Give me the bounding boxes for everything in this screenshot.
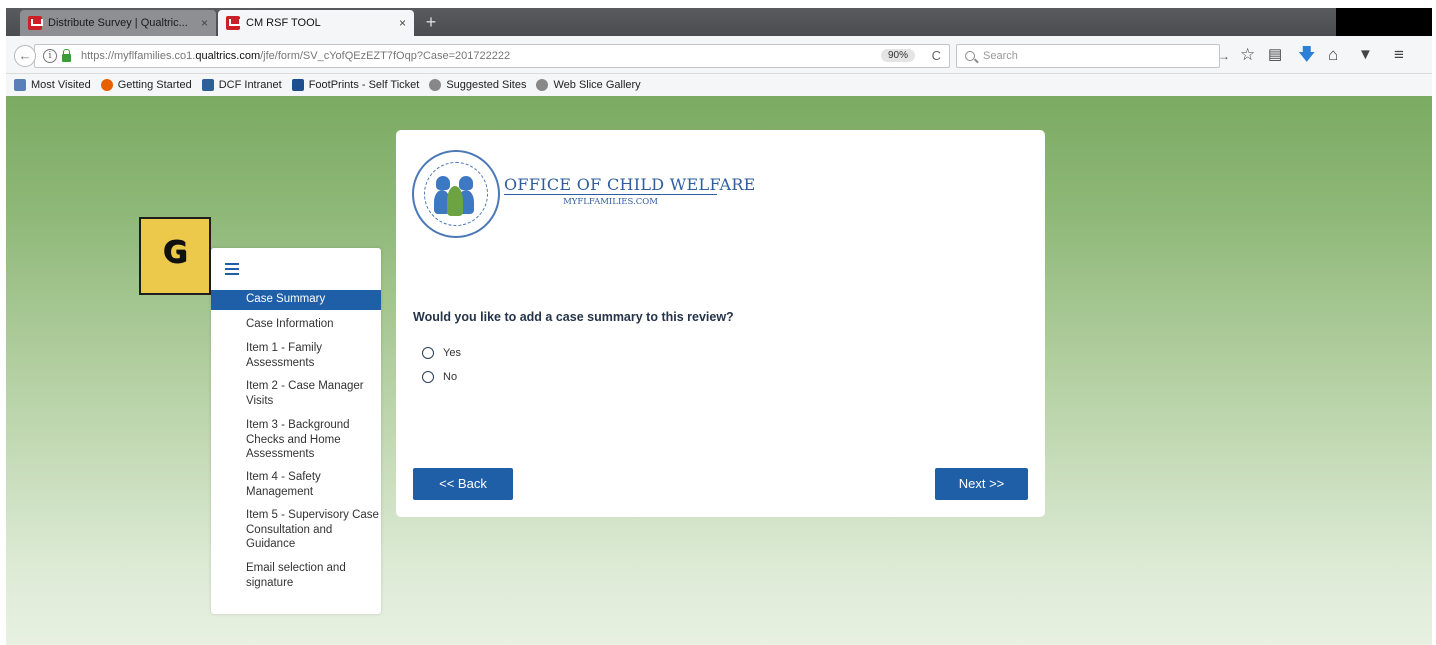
dcf-icon <box>201 79 214 91</box>
sidebar-item-family-assessments[interactable]: Item 1 - Family Assessments <box>211 341 381 370</box>
qualtrics-favicon-icon <box>226 16 241 30</box>
bookmark-footprints[interactable]: FootPrints - Self Ticket <box>291 79 420 91</box>
annotation-letter: G <box>162 235 188 270</box>
tab-bar: Distribute Survey | Qualtric... × CM RSF… <box>6 8 1432 36</box>
choice-yes[interactable]: Yes <box>422 347 461 359</box>
sidebar-item-case-information[interactable]: Case Information <box>211 317 381 332</box>
sidebar-item-email-signature[interactable]: Email selection and signature <box>211 561 381 590</box>
zoom-level-badge[interactable]: 90% <box>880 49 915 62</box>
survey-navigation-panel: Case Summary Case Information Item 1 - F… <box>211 248 381 614</box>
sidebar-item-case-summary[interactable]: Case Summary <box>211 290 381 310</box>
florida-dcf-seal-icon <box>412 150 500 238</box>
url-path: /jfe/form/SV_cYofQEzEZT7fOqp?Case=201722… <box>260 50 511 62</box>
radio-button[interactable] <box>422 371 434 383</box>
url-text[interactable]: https://myflfamilies.co1.qualtrics.com/j… <box>81 50 510 62</box>
bookmark-label: FootPrints - Self Ticket <box>308 79 420 91</box>
survey-page-background: G Case Summary Case Information Item 1 -… <box>6 96 1432 645</box>
sidebar-item-safety-management[interactable]: Item 4 - Safety Management <box>211 470 381 499</box>
reload-icon[interactable]: C <box>932 48 941 63</box>
bookmark-getting-started[interactable]: Getting Started <box>100 79 192 91</box>
search-placeholder: Search <box>983 50 1018 62</box>
choice-label: Yes <box>443 347 461 359</box>
question-text: Would you like to add a case summary to … <box>413 310 734 324</box>
bookmark-star-icon[interactable]: ☆ <box>1240 45 1255 65</box>
web-globe-icon <box>536 79 549 91</box>
tab-distribute-survey[interactable]: Distribute Survey | Qualtric... × <box>20 10 216 36</box>
menu-icon[interactable]: ≡ <box>1394 45 1404 65</box>
lock-icon <box>62 49 71 62</box>
choice-no[interactable]: No <box>422 371 457 383</box>
bookmark-label: Getting Started <box>117 79 192 91</box>
firefox-icon <box>100 79 113 91</box>
bookmark-label: Most Visited <box>31 79 91 91</box>
bookmark-suggested-sites[interactable]: Suggested Sites <box>429 79 526 91</box>
back-arrow-icon[interactable]: ← <box>14 45 36 67</box>
navigation-bar: i https://myflfamilies.co1.qualtrics.com… <box>6 36 1432 74</box>
sidebar-item-case-manager-visits[interactable]: Item 2 - Case Manager Visits <box>211 379 381 408</box>
bookmark-label: Web Slice Gallery <box>553 79 641 91</box>
tab-title: Distribute Survey | Qualtric... <box>48 17 188 29</box>
download-arrow-icon[interactable]: 🡇 <box>1298 45 1315 65</box>
redacted-area <box>1336 8 1432 36</box>
web-globe-icon <box>429 79 442 91</box>
bookmark-label: DCF Intranet <box>218 79 282 91</box>
tab-close-icon[interactable]: × <box>201 16 208 30</box>
search-input[interactable]: Search <box>956 44 1220 68</box>
hamburger-menu-icon[interactable] <box>225 263 239 275</box>
logo-subtitle: MYFLFAMILIES.COM <box>563 197 658 207</box>
bookmarks-folder-icon <box>14 79 26 91</box>
footprints-icon <box>291 79 304 91</box>
logo-divider <box>504 194 717 195</box>
logo-title: OFFICE OF CHILD WELFARE <box>504 175 756 194</box>
search-go-arrow-icon[interactable]: → <box>1218 49 1230 63</box>
back-button[interactable]: << Back <box>413 468 513 500</box>
bookmark-label: Suggested Sites <box>446 79 527 91</box>
radio-button[interactable] <box>422 347 434 359</box>
url-domain: qualtrics.com <box>195 50 261 62</box>
new-tab-button[interactable]: + <box>420 12 442 32</box>
qualtrics-favicon-icon <box>28 16 43 30</box>
url-prefix: https://myflfamilies.co1. <box>81 50 196 62</box>
sidebar-item-supervisory-consultation[interactable]: Item 5 - Supervisory Case Consultation a… <box>211 508 381 552</box>
pocket-icon[interactable]: ▼ <box>1358 45 1373 65</box>
url-bar[interactable]: i https://myflfamilies.co1.qualtrics.com… <box>34 44 950 68</box>
bookmarks-bar: Most Visited Getting Started DCF Intrane… <box>6 74 1432 96</box>
tab-close-icon[interactable]: × <box>399 16 406 30</box>
tab-title: CM RSF TOOL <box>246 17 321 29</box>
home-icon[interactable]: ⌂ <box>1328 45 1338 65</box>
reading-list-icon[interactable]: ▤ <box>1268 45 1282 65</box>
search-icon <box>965 51 975 61</box>
bookmark-most-visited[interactable]: Most Visited <box>14 79 91 91</box>
sidebar-item-background-checks[interactable]: Item 3 - Background Checks and Home Asse… <box>211 418 381 462</box>
bookmark-web-slice-gallery[interactable]: Web Slice Gallery <box>536 79 641 91</box>
info-icon[interactable]: i <box>43 49 57 63</box>
bookmark-dcf-intranet[interactable]: DCF Intranet <box>201 79 282 91</box>
survey-card: OFFICE OF CHILD WELFARE MYFLFAMILIES.COM… <box>396 130 1045 517</box>
annotation-badge: G <box>139 217 211 295</box>
next-button[interactable]: Next >> <box>935 468 1028 500</box>
choice-label: No <box>443 371 458 383</box>
tab-cm-rsf-tool[interactable]: CM RSF TOOL × <box>218 10 414 36</box>
